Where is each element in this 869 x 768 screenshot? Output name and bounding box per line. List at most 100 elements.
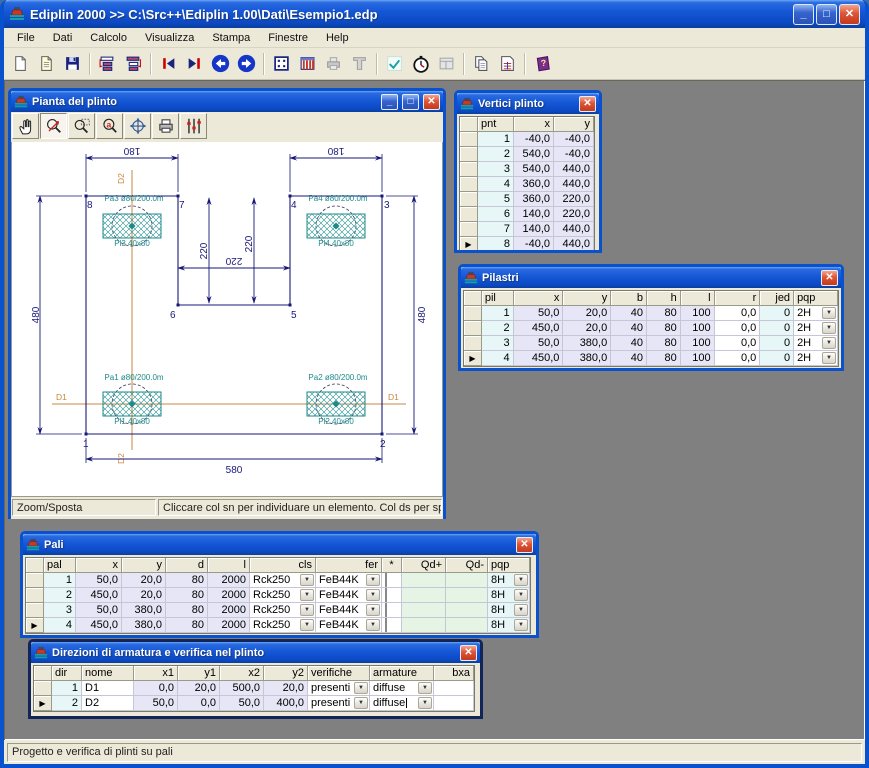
col-x[interactable]: x bbox=[514, 291, 564, 306]
col-d[interactable]: d bbox=[166, 558, 208, 573]
pilastri-close-button[interactable]: ✕ bbox=[821, 270, 838, 286]
new-document-button[interactable] bbox=[8, 51, 33, 76]
last-record-button[interactable] bbox=[182, 51, 207, 76]
maximize-button[interactable]: □ bbox=[816, 4, 837, 25]
col-nome[interactable]: nome bbox=[82, 666, 134, 681]
table-row[interactable]: 4360,0440,0 bbox=[460, 177, 594, 192]
dropdown-button[interactable]: ▼ bbox=[366, 589, 380, 601]
dropdown-button[interactable]: ▼ bbox=[822, 337, 836, 349]
col-l[interactable]: l bbox=[208, 558, 250, 573]
table-row[interactable]: 6140,0220,0 bbox=[460, 207, 594, 222]
table-row[interactable]: 7140,0440,0 bbox=[460, 222, 594, 237]
table-row[interactable]: 2540,0-40,0 bbox=[460, 147, 594, 162]
current-row-marker[interactable]: ▶ bbox=[34, 696, 52, 711]
dropdown-button[interactable]: ▼ bbox=[514, 574, 528, 586]
zoom-all-button[interactable]: a bbox=[96, 113, 123, 139]
menu-dati[interactable]: Dati bbox=[44, 29, 82, 47]
main-titlebar[interactable]: Ediplin 2000 >> C:\Src++\Ediplin 1.00\Da… bbox=[4, 0, 865, 28]
col-qd-plus[interactable]: Qd+ bbox=[402, 558, 446, 573]
pali-titlebar[interactable]: Pali ✕ bbox=[23, 534, 536, 555]
table-row[interactable]: ▶4450,0380,040801000,002H▼ bbox=[464, 351, 838, 366]
dropdown-button[interactable]: ▼ bbox=[822, 322, 836, 334]
dropdown-button[interactable]: ▼ bbox=[822, 352, 836, 364]
zoom-window-button[interactable] bbox=[68, 113, 95, 139]
col-qd-minus[interactable]: Qd- bbox=[446, 558, 488, 573]
pianta-close-button[interactable]: ✕ bbox=[423, 94, 440, 110]
vertici-titlebar[interactable]: Vertici plinto ✕ bbox=[457, 93, 599, 114]
center-view-button[interactable] bbox=[124, 113, 151, 139]
col-x[interactable]: x bbox=[514, 117, 554, 132]
current-row-marker[interactable]: ▶ bbox=[464, 351, 482, 366]
plinto-plan-button[interactable] bbox=[269, 51, 294, 76]
col-pal[interactable]: pal bbox=[44, 558, 76, 573]
pianta-maximize-button[interactable]: □ bbox=[402, 94, 419, 110]
col-star[interactable]: * bbox=[382, 558, 402, 573]
direzioni-titlebar[interactable]: Direzioni di armatura e verifica nel pli… bbox=[31, 642, 480, 663]
col-h[interactable]: h bbox=[647, 291, 681, 306]
col-cls[interactable]: cls bbox=[250, 558, 316, 573]
current-row-marker[interactable]: ▶ bbox=[460, 237, 478, 250]
pile-pa4[interactable]: Pa4 ø80/200.0m Pl4 40x80 bbox=[307, 194, 368, 248]
col-bxa[interactable]: bxa bbox=[434, 666, 474, 681]
dropdown-button[interactable]: ▼ bbox=[300, 604, 314, 616]
insert-row-after-button[interactable] bbox=[121, 51, 146, 76]
dropdown-button[interactable]: ▼ bbox=[300, 589, 314, 601]
table-row[interactable]: 1-40,0-40,0 bbox=[460, 132, 594, 147]
print-button[interactable] bbox=[321, 51, 346, 76]
armature-edit-cell[interactable]: diffuse▼ bbox=[370, 696, 434, 711]
dropdown-button[interactable]: ▼ bbox=[514, 589, 528, 601]
next-button[interactable] bbox=[234, 51, 259, 76]
previous-button[interactable] bbox=[208, 51, 233, 76]
col-x2[interactable]: x2 bbox=[220, 666, 264, 681]
table-row[interactable]: 350,0380,040801000,002H▼ bbox=[464, 336, 838, 351]
open-document-button[interactable] bbox=[34, 51, 59, 76]
copy-table-button[interactable] bbox=[495, 51, 520, 76]
pile-pa2[interactable]: Pa2 ø80/200.0m Pl2 40x80 bbox=[307, 373, 368, 426]
dropdown-button[interactable]: ▼ bbox=[300, 619, 314, 631]
pan-hand-button[interactable] bbox=[12, 113, 39, 139]
pianta-minimize-button[interactable]: _ bbox=[381, 94, 398, 110]
checkbox[interactable] bbox=[385, 603, 387, 617]
menu-help[interactable]: Help bbox=[317, 29, 358, 47]
table-row[interactable]: 350,0380,0802000Rck250▼FeB44K▼8H▼ bbox=[26, 603, 530, 618]
insert-row-before-button[interactable] bbox=[95, 51, 120, 76]
col-jed[interactable]: jed bbox=[760, 291, 794, 306]
dropdown-button[interactable]: ▼ bbox=[514, 604, 528, 616]
dropdown-button[interactable]: ▼ bbox=[300, 574, 314, 586]
vertici-close-button[interactable]: ✕ bbox=[579, 96, 596, 112]
display-options-button[interactable] bbox=[180, 113, 207, 139]
menu-finestre[interactable]: Finestre bbox=[259, 29, 317, 47]
print-drawing-button[interactable] bbox=[152, 113, 179, 139]
pile-pa3[interactable]: Pa3 ø80/200.0m Pl3 40x80 bbox=[103, 194, 164, 248]
table-row[interactable]: 2450,020,0802000Rck250▼FeB44K▼8H▼ bbox=[26, 588, 530, 603]
dropdown-button[interactable]: ▼ bbox=[354, 697, 368, 709]
checkbox[interactable] bbox=[385, 588, 387, 602]
col-pnt[interactable]: pnt bbox=[478, 117, 514, 132]
col-r[interactable]: r bbox=[715, 291, 761, 306]
pianta-titlebar[interactable]: Pianta del plinto _ □ ✕ bbox=[11, 91, 443, 112]
menu-calcolo[interactable]: Calcolo bbox=[81, 29, 136, 47]
col-b[interactable]: b bbox=[611, 291, 647, 306]
table-row[interactable]: 150,020,0802000Rck250▼FeB44K▼8H▼ bbox=[26, 573, 530, 588]
table-row[interactable]: 3540,0440,0 bbox=[460, 162, 594, 177]
checkbox[interactable] bbox=[385, 618, 387, 632]
copy-button[interactable] bbox=[469, 51, 494, 76]
pilastri-titlebar[interactable]: Pilastri ✕ bbox=[461, 267, 841, 288]
col-verifiche[interactable]: verifiche bbox=[308, 666, 370, 681]
col-x[interactable]: x bbox=[76, 558, 122, 573]
current-row-marker[interactable]: ▶ bbox=[26, 618, 44, 633]
minimize-button[interactable]: _ bbox=[793, 4, 814, 25]
dropdown-button[interactable]: ▼ bbox=[354, 682, 368, 694]
col-x1[interactable]: x1 bbox=[134, 666, 178, 681]
table-row[interactable]: 2450,020,040801000,002H▼ bbox=[464, 321, 838, 336]
col-pqp[interactable]: pqp bbox=[488, 558, 530, 573]
help-button[interactable]: ? bbox=[530, 51, 555, 76]
pali-close-button[interactable]: ✕ bbox=[516, 537, 533, 553]
table-row[interactable]: ▶8-40,0440,0 bbox=[460, 237, 594, 250]
verify-button[interactable] bbox=[382, 51, 407, 76]
col-y1[interactable]: y1 bbox=[178, 666, 220, 681]
menu-file[interactable]: File bbox=[8, 29, 44, 47]
save-button[interactable] bbox=[60, 51, 85, 76]
first-record-button[interactable] bbox=[156, 51, 181, 76]
col-y[interactable]: y bbox=[563, 291, 611, 306]
